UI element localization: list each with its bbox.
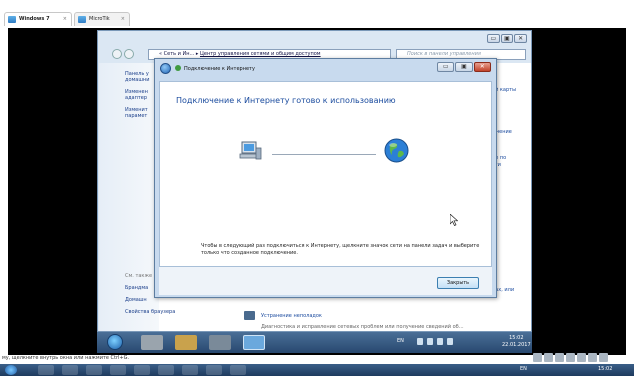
sidebar-item-settings-2[interactable]: парамет: [125, 113, 147, 119]
close-button[interactable]: ✕: [473, 62, 491, 72]
clock-time: 15:02: [509, 335, 524, 341]
sidebar: Панель у домашни Изменен адаптер Изменит…: [99, 63, 175, 331]
host-tab-label: Windows 7: [19, 16, 50, 22]
close-dialog-button[interactable]: Закрыть: [437, 277, 479, 289]
breadcrumb-network[interactable]: « Сеть и Ин...: [159, 51, 194, 57]
sidebar-item-adapter-2[interactable]: адаптер: [125, 95, 147, 101]
language-indicator[interactable]: EN: [397, 338, 404, 344]
host-taskbar-app-9[interactable]: [230, 365, 246, 375]
see-also-heading: См. также: [125, 273, 153, 279]
host-taskbar-app-2[interactable]: [62, 365, 78, 375]
troubleshoot-description: Диагностика и исправление сетевых пробле…: [261, 324, 464, 330]
host-taskbar-app-8[interactable]: [206, 365, 222, 375]
close-icon[interactable]: ×: [63, 13, 67, 26]
troubleshoot-icon: [244, 311, 255, 320]
clock-date: 22.01.2017: [502, 342, 531, 348]
network-icon: [175, 65, 181, 71]
host-taskbar-app-6[interactable]: [158, 365, 174, 375]
maximize-button[interactable]: ▣: [455, 62, 473, 72]
dialog-content: Подключение к Интернету готово к использ…: [159, 81, 492, 267]
host-status-icons: [533, 353, 631, 362]
breadcrumb-separator: ▸: [195, 51, 199, 57]
host-taskbar-app-1[interactable]: [38, 365, 54, 375]
taskbar-explorer-icon[interactable]: [175, 335, 197, 350]
network-icon[interactable]: [437, 338, 443, 345]
vm-tab-icon: [8, 16, 16, 23]
usb-icon[interactable]: [555, 353, 564, 362]
host-tab-label: MicroTik: [89, 16, 110, 22]
host-language-indicator[interactable]: EN: [520, 366, 527, 372]
minimize-button[interactable]: ▭: [437, 62, 455, 72]
close-button[interactable]: ✕: [514, 34, 528, 43]
host-tab-windows7[interactable]: Windows 7 ×: [4, 12, 72, 26]
guest-taskbar: EN 15:02 22.01.2017: [97, 332, 532, 353]
host-clock[interactable]: 15:02: [598, 366, 612, 372]
network-icon[interactable]: [566, 353, 575, 362]
troubleshoot-link[interactable]: Устранение неполадок: [261, 313, 322, 319]
guest-desktop[interactable]: ▭ ▣ ✕ « Сеть и Ин... ▸ Центр управления …: [97, 30, 532, 353]
display-icon[interactable]: [577, 353, 586, 362]
flag-icon[interactable]: [427, 338, 433, 345]
back-arrow-icon[interactable]: [160, 63, 171, 74]
close-icon[interactable]: ×: [121, 13, 125, 26]
sidebar-item-homegroup[interactable]: Домашн: [125, 297, 147, 303]
mouse-cursor-icon: [450, 214, 458, 226]
settings-icon[interactable]: [599, 353, 608, 362]
computer-icon: [239, 141, 262, 160]
sound-icon[interactable]: [588, 353, 597, 362]
breadcrumb-network-center[interactable]: Центр управления сетями и общим доступом: [200, 51, 321, 57]
host-taskbar-app-7[interactable]: [182, 365, 198, 375]
host-tab-strip: Windows 7 × MicroTik ×: [0, 0, 634, 28]
connection-wizard-dialog: Подключение к Интернету ▭ ▣ ✕ Подключени…: [154, 58, 497, 298]
nav-buttons: [112, 49, 134, 60]
host-taskbar-app-4[interactable]: [110, 365, 126, 375]
sidebar-item-browser-options[interactable]: Свойства браузера: [125, 309, 175, 315]
connection-line: [272, 154, 376, 155]
vm-tab-icon: [78, 16, 86, 23]
globe-icon: [384, 138, 409, 163]
host-tab-microtik[interactable]: MicroTik ×: [74, 12, 130, 26]
sidebar-item-firewall[interactable]: Брандма: [125, 285, 148, 291]
host-start-button[interactable]: [5, 365, 17, 375]
maximize-button[interactable]: ▣: [500, 34, 514, 43]
volume-icon[interactable]: [447, 338, 453, 345]
hdd-icon[interactable]: [533, 353, 542, 362]
forward-arrow-icon[interactable]: [124, 49, 134, 59]
arrow-up-icon[interactable]: [417, 338, 423, 345]
back-arrow-icon[interactable]: [112, 49, 122, 59]
clock[interactable]: 15:02 22.01.2017: [502, 335, 531, 349]
dialog-note: Чтобы в следующий раз подключиться к Инт…: [201, 243, 480, 256]
host-taskbar-app-3[interactable]: [86, 365, 102, 375]
host-status-text: му, щелкните внутрь окна или нажмите Ctr…: [2, 355, 130, 361]
dialog-heading: Подключение к Интернету готово к использ…: [176, 96, 396, 105]
taskbar-ie-icon[interactable]: [141, 335, 163, 350]
taskbar-control-panel-icon[interactable]: [243, 335, 265, 350]
start-button[interactable]: [107, 334, 123, 350]
system-tray: [417, 338, 457, 346]
cd-icon[interactable]: [544, 353, 553, 362]
taskbar-media-icon[interactable]: [209, 335, 231, 350]
minimize-button[interactable]: ▭: [487, 34, 500, 43]
sidebar-item-home-2[interactable]: домашни: [125, 77, 149, 83]
window-controls: ▭ ▣ ✕: [487, 34, 528, 43]
host-taskbar-app-5[interactable]: [134, 365, 150, 375]
dialog-title: Подключение к Интернету: [184, 66, 255, 72]
dialog-window-controls: ▭ ▣ ✕: [437, 62, 491, 72]
host-taskbar: EN 15:02: [0, 364, 634, 376]
